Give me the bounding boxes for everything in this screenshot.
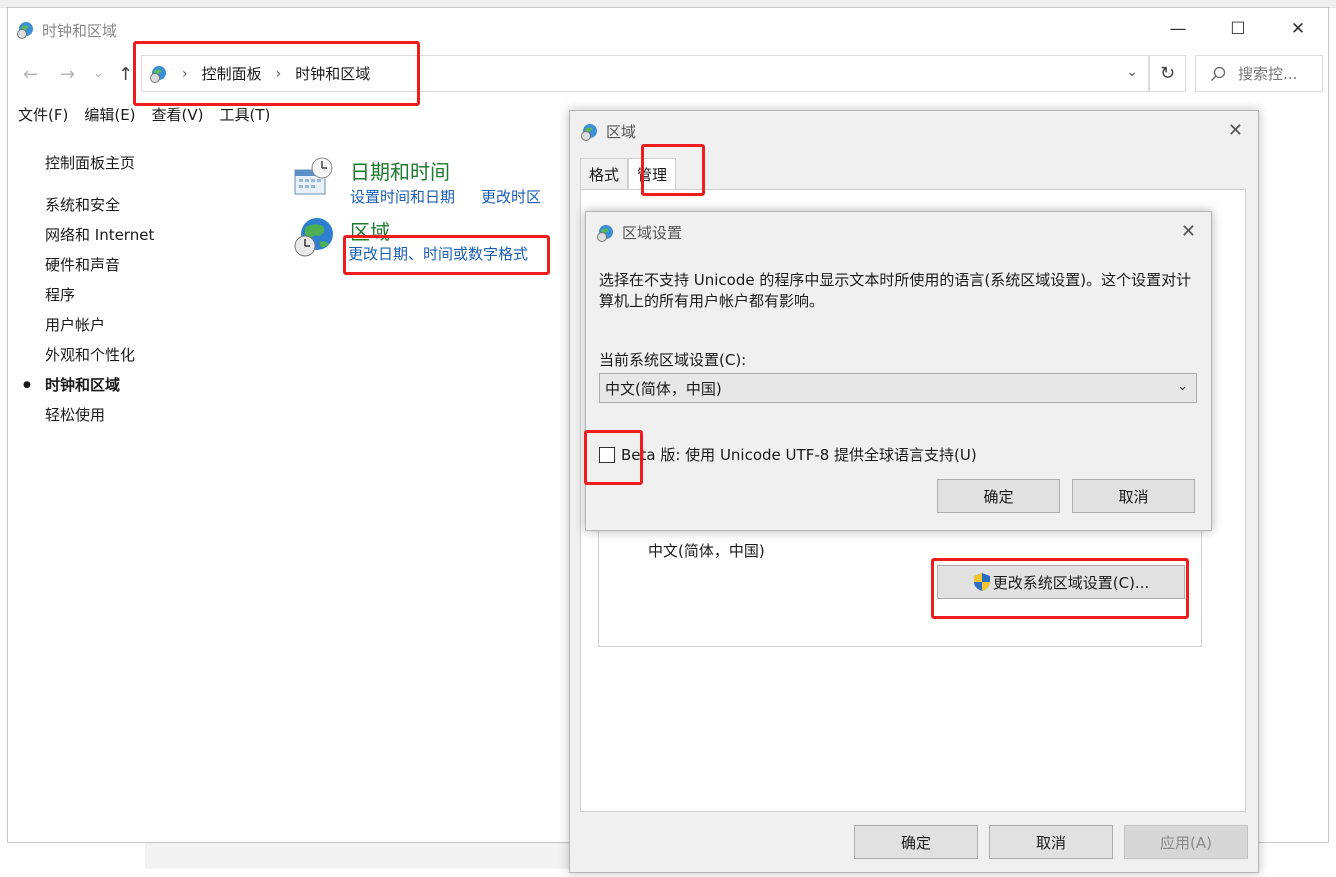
sidebar: 控制面板主页 系统和安全 网络和 Internet 硬件和声音 程序 用户帐户 … — [23, 148, 154, 430]
region-settings-close-icon[interactable]: ✕ — [1181, 221, 1196, 242]
taskbar-fragment — [145, 843, 575, 869]
menu-tools[interactable]: 工具(T) — [220, 104, 271, 125]
highlight-change-locale — [931, 558, 1189, 619]
globe-icon — [596, 224, 614, 242]
sidebar-item-home[interactable]: 控制面板主页 — [45, 148, 154, 178]
window-title: 时钟和区域 — [42, 21, 118, 40]
calendar-clock-icon — [293, 156, 335, 198]
refresh-button[interactable]: ↻ — [1149, 55, 1186, 92]
back-arrow-icon[interactable]: ← — [23, 64, 38, 85]
current-system-locale: 中文(简体，中国) — [648, 542, 765, 560]
sidebar-item-appearance[interactable]: 外观和个性化 — [45, 340, 154, 370]
recent-dropdown-icon[interactable]: ⌄ — [93, 66, 104, 81]
globe-icon — [580, 123, 598, 141]
search-box[interactable]: 搜索控... — [1195, 55, 1323, 92]
search-placeholder: 搜索控... — [1238, 65, 1298, 83]
globe-clock-icon — [293, 216, 335, 258]
region-dialog-close-icon[interactable]: ✕ — [1228, 120, 1243, 141]
region-settings-ok-button[interactable]: 确定 — [937, 479, 1060, 513]
sidebar-item-user-accounts[interactable]: 用户帐户 — [45, 310, 154, 340]
region-settings-title-bar: 区域设置 — [596, 222, 682, 243]
sidebar-item-network[interactable]: 网络和 Internet — [45, 220, 154, 250]
address-dropdown-icon[interactable]: ⌄ — [1126, 64, 1138, 80]
category-title-date-time[interactable]: 日期和时间 — [350, 156, 450, 185]
minimize-button[interactable]: — — [1148, 14, 1208, 44]
highlight-beta-checkbox — [584, 430, 643, 485]
region-dialog-title-bar: 区域 — [580, 121, 636, 142]
link-change-timezone[interactable]: 更改时区 — [481, 186, 541, 207]
sidebar-item-clock-region[interactable]: 时钟和区域 — [23, 370, 154, 400]
sidebar-item-programs[interactable]: 程序 — [45, 280, 154, 310]
window-controls: — ☐ ✕ — [1148, 14, 1328, 44]
chevron-down-icon: ⌄ — [1177, 379, 1188, 394]
region-settings-cancel-button[interactable]: 取消 — [1072, 479, 1195, 513]
sidebar-item-system-security[interactable]: 系统和安全 — [45, 190, 154, 220]
region-settings-dialog: 区域设置 ✕ 选择在不支持 Unicode 的程序中显示文本时所使用的语言(系统… — [585, 211, 1212, 531]
menu-bar: 文件(F) 编辑(E) 查看(V) 工具(T) — [18, 104, 270, 125]
window-title-bar: 时钟和区域 — [16, 20, 117, 40]
maximize-button[interactable]: ☐ — [1208, 14, 1268, 44]
up-arrow-icon[interactable]: ↑ — [118, 64, 133, 85]
region-apply-button[interactable]: 应用(A) — [1124, 825, 1248, 859]
beta-utf8-label[interactable]: Beta 版: 使用 Unicode UTF-8 提供全球语言支持(U) — [621, 444, 977, 465]
close-button[interactable]: ✕ — [1268, 14, 1328, 44]
link-set-time-date[interactable]: 设置时间和日期 — [350, 186, 455, 207]
menu-edit[interactable]: 编辑(E) — [84, 104, 135, 125]
region-cancel-button[interactable]: 取消 — [989, 825, 1113, 859]
current-locale-label: 当前系统区域设置(C): — [599, 351, 747, 369]
system-locale-selected-value: 中文(简体，中国) — [605, 379, 722, 398]
system-locale-select[interactable]: 中文(简体，中国) ⌄ — [599, 373, 1197, 403]
menu-file[interactable]: 文件(F) — [18, 104, 68, 125]
search-icon — [1210, 66, 1226, 82]
menu-view[interactable]: 查看(V) — [152, 104, 204, 125]
sidebar-item-hardware-sound[interactable]: 硬件和声音 — [45, 250, 154, 280]
highlight-change-formats — [343, 235, 550, 275]
region-settings-description: 选择在不支持 Unicode 的程序中显示文本时所使用的语言(系统区域设置)。这… — [599, 271, 1192, 310]
highlight-breadcrumb — [133, 41, 420, 106]
region-ok-button[interactable]: 确定 — [854, 825, 978, 859]
tab-formats[interactable]: 格式 — [580, 158, 629, 190]
region-settings-title: 区域设置 — [622, 224, 683, 242]
region-dialog-title: 区域 — [606, 123, 637, 141]
highlight-admin-tab — [641, 144, 705, 196]
globe-clock-icon — [16, 21, 34, 39]
sidebar-item-ease-of-access[interactable]: 轻松使用 — [45, 400, 154, 430]
forward-arrow-icon[interactable]: → — [60, 64, 75, 85]
beta-utf8-option: Beta 版: 使用 Unicode UTF-8 提供全球语言支持(U) — [599, 444, 977, 465]
